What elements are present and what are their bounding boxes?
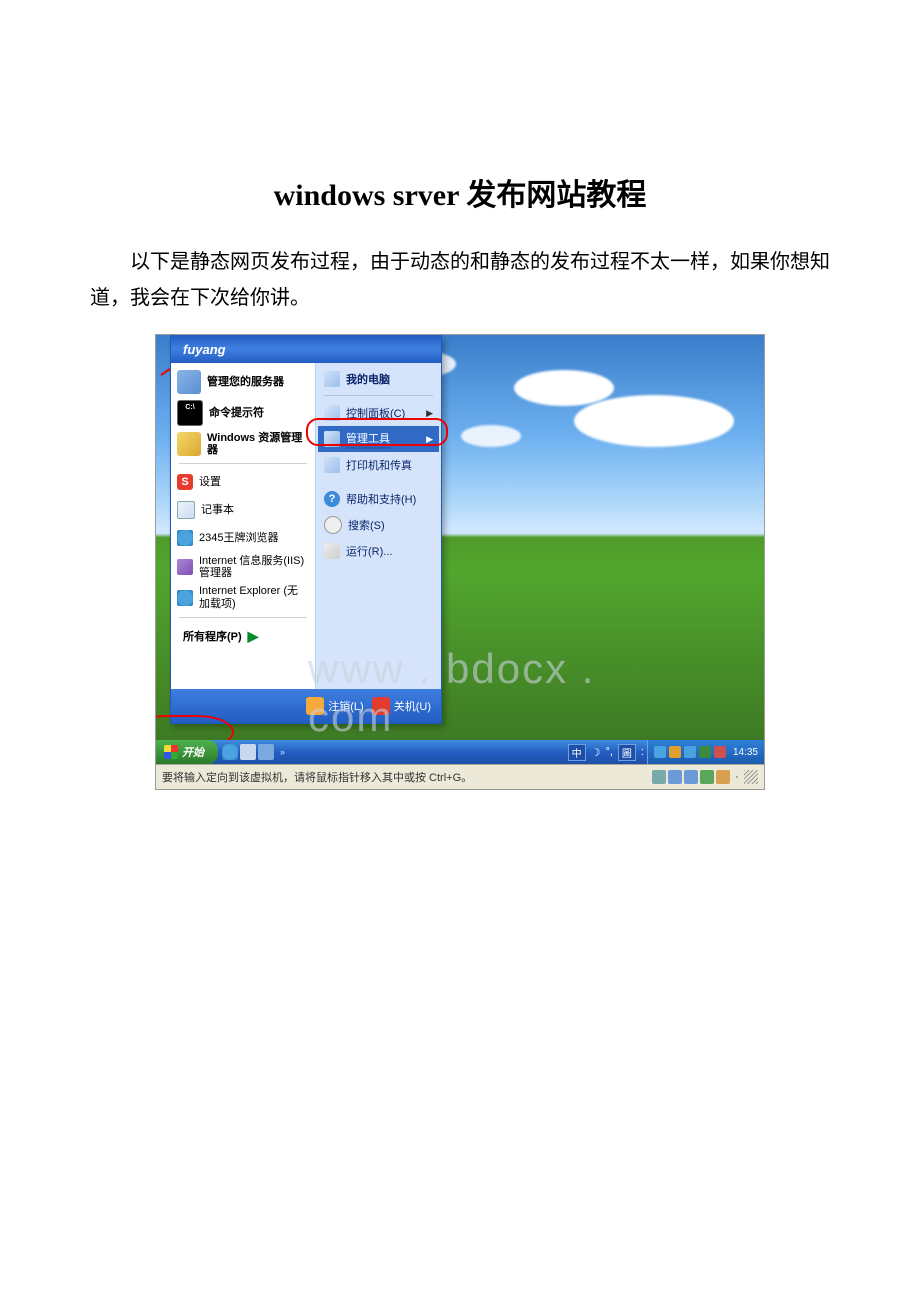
doc-intro: 以下是静态网页发布过程，由于动态的和静态的发布过程不太一样，如果你想知道，我会在… bbox=[90, 244, 830, 316]
iis-icon bbox=[177, 559, 193, 575]
sm-all-programs[interactable]: 所有程序(P)▶ bbox=[173, 622, 313, 651]
screenshot: www . bdocx . com fuyang 管理您的服务器 C:\命令提示… bbox=[155, 334, 765, 790]
search-icon bbox=[324, 516, 342, 534]
shutdown-icon bbox=[372, 697, 390, 715]
sm-search[interactable]: 搜索(S) bbox=[318, 512, 439, 538]
desktop-wallpaper: www . bdocx . com fuyang 管理您的服务器 C:\命令提示… bbox=[156, 335, 764, 740]
sogou-icon: S bbox=[177, 474, 193, 490]
vm-statusbar: 要将输入定向到该虚拟机，请将鼠标指针移入其中或按 Ctrl+G。 bbox=[156, 764, 764, 789]
vm-icon[interactable] bbox=[700, 770, 714, 784]
sm-control-panel[interactable]: 控制面板(C)▶ bbox=[318, 400, 439, 426]
start-menu-right-pane: 我的电脑 控制面板(C)▶ 管理工具▶ 打印机和传真 ?帮助和支持(H) 搜索(… bbox=[316, 363, 441, 689]
sm-item-2345[interactable]: 2345王牌浏览器 bbox=[173, 524, 313, 552]
tray-icon[interactable] bbox=[654, 746, 666, 758]
sm-item-settings[interactable]: S设置 bbox=[173, 468, 313, 496]
play-icon: ▶ bbox=[248, 628, 259, 645]
start-menu-left-pane: 管理您的服务器 C:\命令提示符 Windows 资源管理器 S设置 记事本 2… bbox=[171, 363, 316, 689]
system-tray: 14:35 bbox=[647, 740, 764, 764]
ql-chevron-icon[interactable]: » bbox=[276, 747, 289, 757]
sm-item-cmd[interactable]: C:\命令提示符 bbox=[173, 397, 313, 429]
computer-icon bbox=[324, 371, 340, 387]
moon-icon: ☽ bbox=[591, 746, 601, 759]
ql-ie-icon[interactable] bbox=[222, 744, 238, 760]
doc-title: windows srver 发布网站教程 bbox=[90, 170, 830, 214]
notepad-icon bbox=[177, 501, 195, 519]
sm-help[interactable]: ?帮助和支持(H) bbox=[318, 486, 439, 512]
browser-icon bbox=[177, 530, 193, 546]
sm-item-iis[interactable]: Internet 信息服务(IIS)管理器 bbox=[173, 552, 313, 582]
explorer-icon bbox=[177, 432, 201, 456]
logoff-button[interactable]: 注销(L) bbox=[306, 697, 363, 715]
chevron-right-icon: ▶ bbox=[426, 434, 433, 445]
ie-icon bbox=[177, 590, 193, 606]
vm-icon[interactable] bbox=[716, 770, 730, 784]
server-icon bbox=[177, 370, 201, 394]
vm-icon[interactable] bbox=[684, 770, 698, 784]
chevron-right-icon: ▶ bbox=[426, 408, 433, 419]
language-bar[interactable]: 中 ☽ °, 圖 : bbox=[568, 744, 647, 761]
sm-item-ie-noaddons[interactable]: Internet Explorer (无加载项) bbox=[173, 582, 313, 612]
taskbar: 开始 » 中 ☽ °, 圖 : 14:35 bbox=[156, 740, 764, 764]
help-icon: ? bbox=[324, 491, 340, 507]
sm-item-manage-server[interactable]: 管理您的服务器 bbox=[173, 367, 313, 397]
tray-icon[interactable] bbox=[669, 746, 681, 758]
sm-admin-tools[interactable]: 管理工具▶ bbox=[318, 426, 439, 452]
vm-icon[interactable] bbox=[668, 770, 682, 784]
control-panel-icon bbox=[324, 405, 340, 421]
start-menu-user: fuyang bbox=[171, 335, 441, 363]
vm-status-text: 要将输入定向到该虚拟机，请将鼠标指针移入其中或按 Ctrl+G。 bbox=[162, 769, 646, 785]
cmd-icon: C:\ bbox=[177, 400, 203, 426]
admin-tools-icon bbox=[324, 431, 340, 447]
tray-icon[interactable] bbox=[714, 746, 726, 758]
tray-icon[interactable] bbox=[699, 746, 711, 758]
vm-icon[interactable] bbox=[736, 776, 738, 778]
windows-flag-icon bbox=[164, 745, 178, 759]
taskbar-clock[interactable]: 14:35 bbox=[729, 747, 758, 758]
start-menu: fuyang 管理您的服务器 C:\命令提示符 Windows 资源管理器 S设… bbox=[170, 335, 442, 724]
logoff-icon bbox=[306, 697, 324, 715]
quick-launch: » bbox=[218, 744, 293, 760]
run-icon bbox=[324, 543, 340, 559]
ql-desktop-icon[interactable] bbox=[240, 744, 256, 760]
vm-device-icons bbox=[652, 770, 730, 784]
tray-icon[interactable] bbox=[684, 746, 696, 758]
start-button[interactable]: 开始 bbox=[156, 740, 218, 764]
resize-grip-icon[interactable] bbox=[744, 770, 758, 784]
sm-printers[interactable]: 打印机和传真 bbox=[318, 452, 439, 478]
sm-my-computer[interactable]: 我的电脑 bbox=[318, 367, 439, 391]
sm-item-explorer[interactable]: Windows 资源管理器 bbox=[173, 429, 313, 459]
printer-icon bbox=[324, 457, 340, 473]
sm-item-notepad[interactable]: 记事本 bbox=[173, 496, 313, 524]
vm-icon[interactable] bbox=[652, 770, 666, 784]
sm-run[interactable]: 运行(R)... bbox=[318, 538, 439, 564]
shutdown-button[interactable]: 关机(U) bbox=[372, 697, 431, 715]
ql-app-icon[interactable] bbox=[258, 744, 274, 760]
